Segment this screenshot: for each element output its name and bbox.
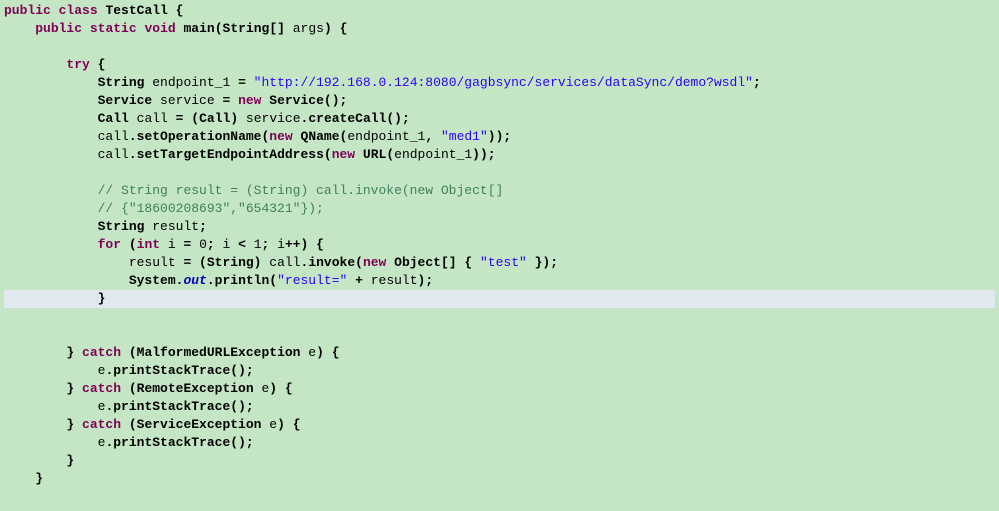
highlighted-line: }	[4, 290, 995, 308]
class-name: TestCall	[105, 3, 167, 18]
code-line: } catch (RemoteException e) {	[4, 381, 293, 396]
keyword-class: class	[59, 3, 98, 18]
comment: // String result = (String) call.invoke(…	[98, 183, 504, 198]
code-line: public static void main(String[] args) {	[4, 21, 347, 36]
code-line: e.printStackTrace();	[4, 435, 254, 450]
code-block: public class TestCall { public static vo…	[0, 0, 999, 496]
code-line: // String result = (String) call.invoke(…	[4, 183, 503, 198]
code-line: } catch (MalformedURLException e) {	[4, 345, 340, 360]
code-line: try {	[4, 57, 105, 72]
static-field-out: out	[183, 273, 206, 288]
string-literal: "http://192.168.0.124:8080/gagbsync/serv…	[254, 75, 753, 90]
keyword-public: public	[4, 3, 51, 18]
code-line: } catch (ServiceException e) {	[4, 417, 301, 432]
comment: // {"18600208693","654321"});	[98, 201, 324, 216]
code-line: // {"18600208693","654321"});	[4, 201, 324, 216]
code-line: System.out.println("result=" + result);	[4, 273, 433, 288]
code-line: for (int i = 0; i < 1; i++) {	[4, 237, 324, 252]
code-line: }	[4, 471, 43, 486]
code-line: }	[4, 453, 74, 468]
code-line: e.printStackTrace();	[4, 363, 254, 378]
code-line: String endpoint_1 = "http://192.168.0.12…	[4, 75, 761, 90]
code-line: result = (String) call.invoke(new Object…	[4, 255, 558, 270]
code-line: Service service = new Service();	[4, 93, 347, 108]
code-line: Call call = (Call) service.createCall();	[4, 111, 410, 126]
code-line: String result;	[4, 219, 207, 234]
code-line: public class TestCall {	[4, 3, 183, 18]
code-line: e.printStackTrace();	[4, 399, 254, 414]
code-line: call.setTargetEndpointAddress(new URL(en…	[4, 147, 496, 162]
code-line: call.setOperationName(new QName(endpoint…	[4, 129, 511, 144]
